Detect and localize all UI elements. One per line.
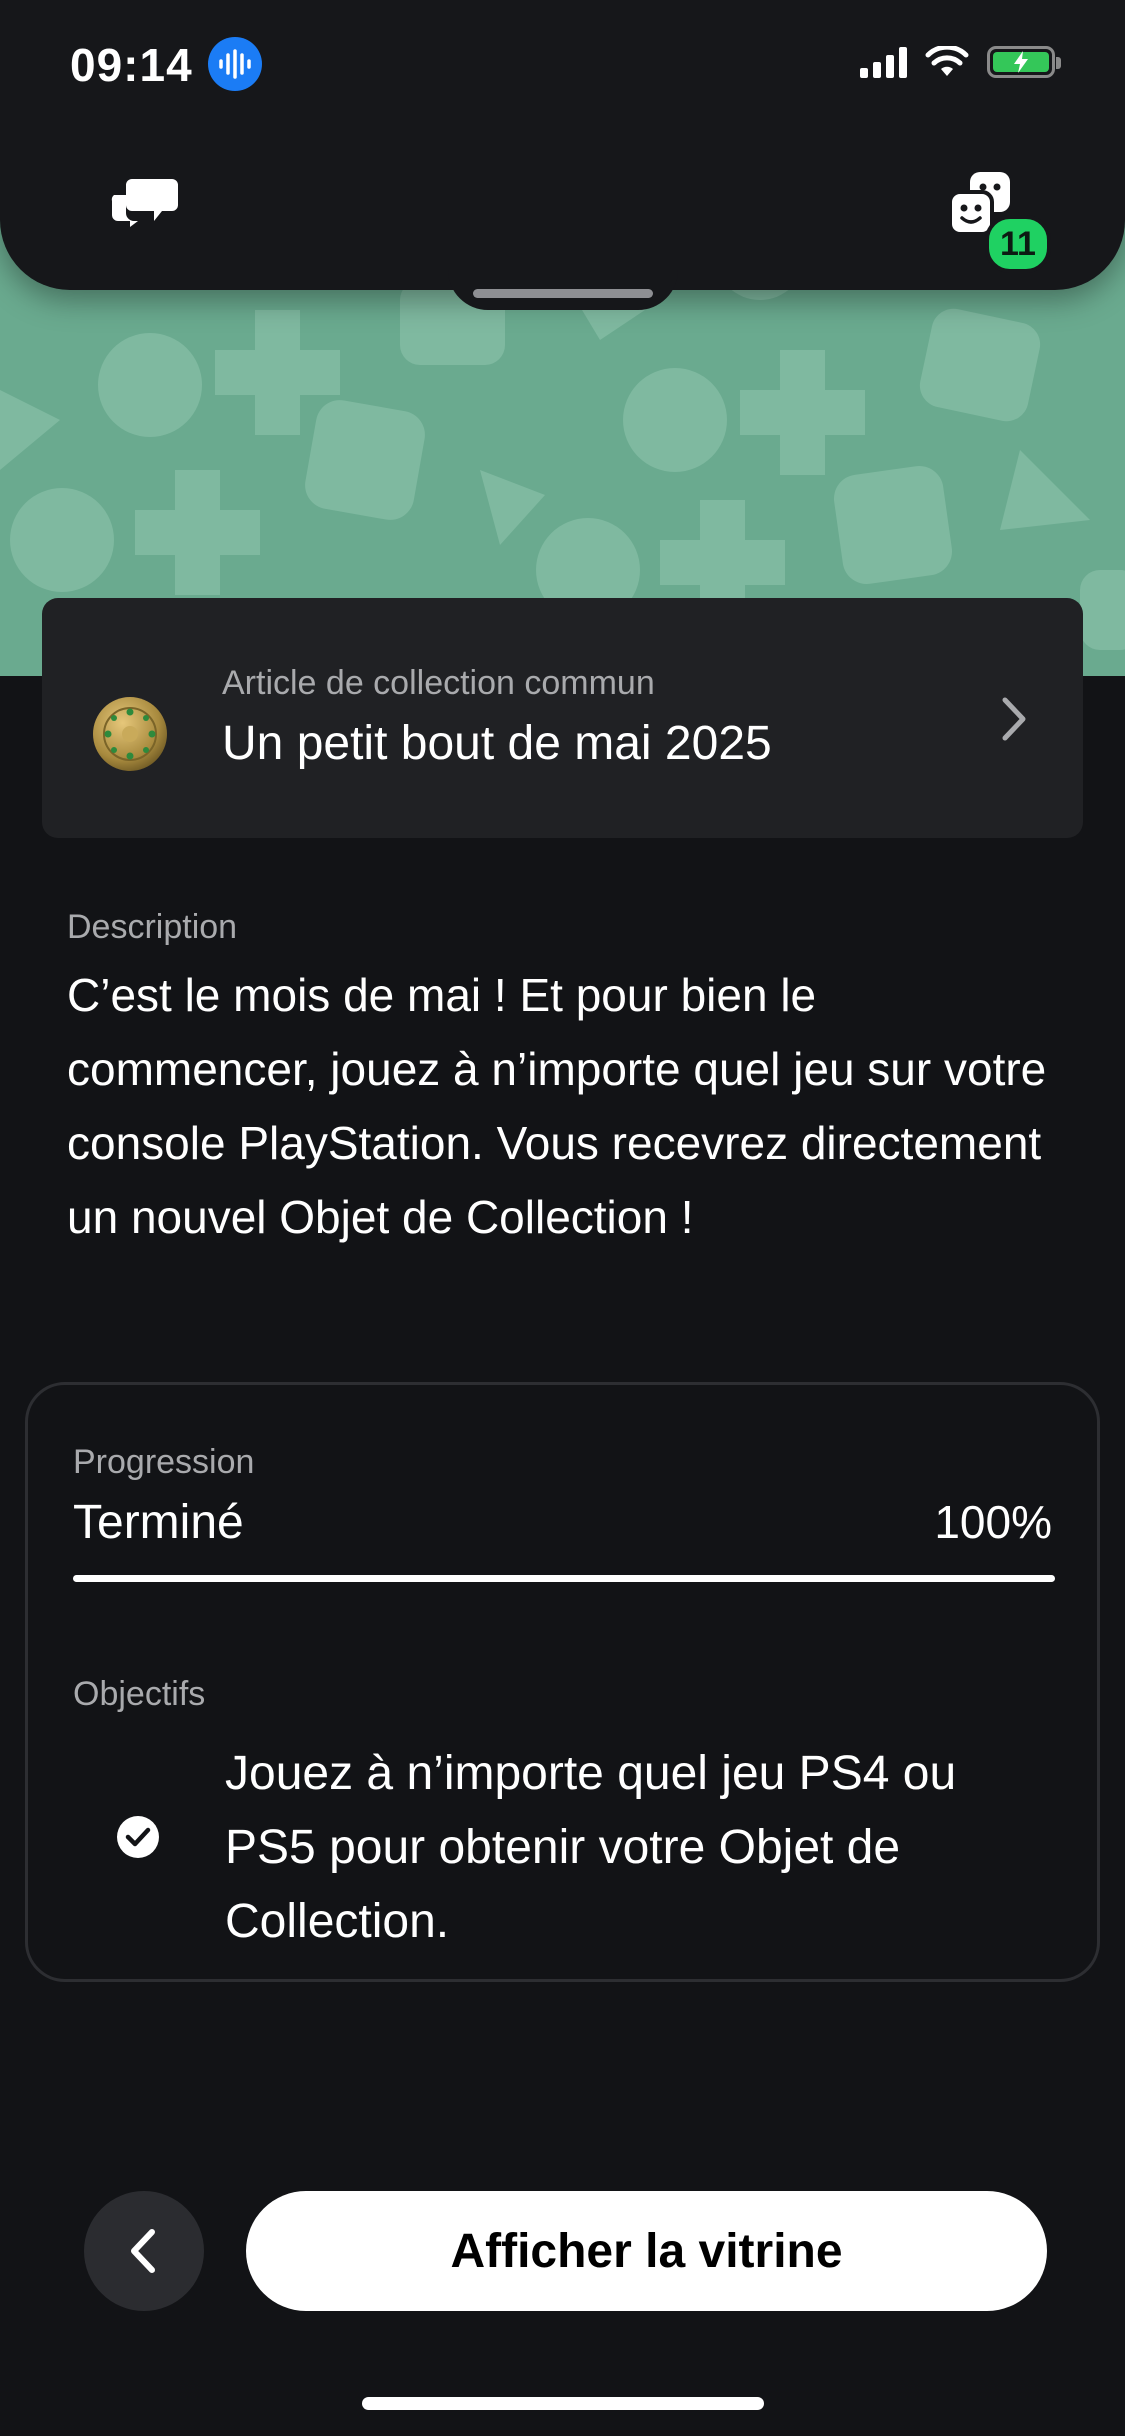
messages-button[interactable]: [108, 175, 178, 235]
top-bar: 09:14 11: [0, 0, 1125, 290]
check-circle-icon: [117, 1816, 159, 1858]
objective-item: Jouez à n’importe quel jeu PS4 ou PS5 po…: [225, 1747, 957, 1948]
chevron-right-icon: [1002, 697, 1026, 741]
chevron-left-icon: [131, 2229, 155, 2273]
home-indicator[interactable]: [362, 2397, 764, 2410]
progress-card: Progression Terminé 100% Objectifs Jouez…: [25, 1382, 1100, 1982]
objectives-label: Objectifs: [73, 1675, 206, 1713]
voice-assistant-icon: [208, 37, 262, 91]
cellular-signal-icon: [860, 46, 907, 78]
chat-bubbles-icon: [111, 179, 178, 227]
collectible-title: Un petit bout de mai 2025: [222, 717, 772, 770]
collectible-item-card[interactable]: Article de collection commun Un petit bo…: [42, 598, 1083, 838]
description-label: Description: [67, 908, 238, 946]
progress-status: Terminé: [73, 1496, 244, 1549]
view-showcase-button[interactable]: Afficher la vitrine: [246, 2191, 1047, 2311]
collectible-coin-icon: [93, 697, 167, 771]
progress-bar-fill: [73, 1575, 1055, 1582]
description-text: C’est le mois de mai ! Et pour bien le c…: [67, 969, 1047, 1243]
progress-label: Progression: [73, 1443, 255, 1481]
status-indicators: [860, 46, 1061, 78]
collectible-rarity: Article de collection commun: [222, 664, 655, 702]
status-time: 09:14: [70, 39, 193, 91]
back-button[interactable]: [84, 2191, 204, 2311]
wifi-icon: [925, 46, 969, 76]
progress-percent: 100%: [934, 1496, 1052, 1548]
progress-bar: [73, 1575, 1055, 1582]
sheet-drag-handle[interactable]: [473, 289, 653, 298]
battery-charging-icon: [987, 46, 1061, 78]
friends-count-badge: 11: [985, 215, 1051, 273]
